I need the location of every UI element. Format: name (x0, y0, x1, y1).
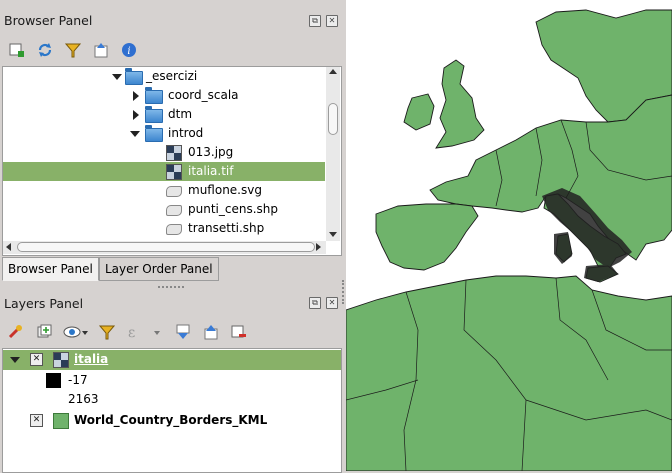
raster-icon (166, 164, 182, 180)
tree-item-label: _esercizi (146, 69, 198, 83)
raster-icon (166, 145, 182, 161)
tree-item-introd[interactable]: introd (3, 124, 325, 143)
tree-item-label: dtm (168, 107, 193, 121)
tree-item-esercizi[interactable]: _esercizi (3, 67, 325, 86)
legend-label: 2163 (68, 392, 99, 406)
close-panel-icon[interactable]: ✕ (326, 297, 338, 309)
map-svg (346, 9, 672, 471)
layers-panel-title: Layers Panel (4, 296, 84, 311)
folder-icon (145, 87, 163, 104)
tab-layer-order-panel[interactable]: Layer Order Panel (99, 257, 219, 281)
vector-icon (166, 224, 182, 235)
layer-visibility-checkbox[interactable]: ✕ (30, 353, 43, 366)
remove-layer-icon[interactable] (230, 323, 248, 341)
info-icon[interactable]: i (120, 41, 138, 59)
map-canvas[interactable] (346, 0, 672, 471)
tree-item-italia-tif[interactable]: italia.tif (3, 162, 325, 181)
chevron-down-icon[interactable] (10, 357, 20, 363)
horizontal-scrollbar[interactable] (3, 241, 326, 254)
vector-icon (166, 186, 182, 197)
tree-item-label: transetti.shp (188, 221, 265, 235)
collapse-icon[interactable] (202, 323, 220, 341)
add-layer-icon[interactable] (8, 41, 26, 59)
tree-item-coord-scala[interactable]: coord_scala (3, 86, 325, 105)
float-panel-icon[interactable]: ⧉ (309, 15, 321, 27)
scroll-down-icon[interactable] (329, 232, 337, 237)
tree-item-label: 013.jpg (188, 145, 234, 159)
svg-text:ε: ε (128, 325, 135, 340)
refresh-icon[interactable] (36, 41, 54, 59)
add-group-icon[interactable] (35, 323, 53, 341)
layer-visibility-checkbox[interactable]: ✕ (30, 414, 43, 427)
layer-name[interactable]: World_Country_Borders_KML (74, 411, 267, 430)
scroll-left-icon[interactable] (6, 243, 11, 251)
tree-item-dtm[interactable]: dtm (3, 105, 325, 124)
layers-tree[interactable]: ✕ italia -17 2163 ✕ World_Country_Border… (2, 348, 342, 473)
chevron-down-icon[interactable] (112, 74, 122, 80)
layer-color-swatch (53, 413, 69, 429)
legend-item: 2163 (3, 390, 341, 409)
tree-item-label: muflone.svg (188, 183, 262, 197)
tree-item-013-jpg[interactable]: 013.jpg (3, 143, 325, 162)
chevron-right-icon[interactable] (133, 91, 139, 101)
folder-icon (145, 106, 163, 123)
tree-item-label: introd (168, 126, 204, 140)
folder-icon (145, 125, 163, 142)
chevron-right-icon[interactable] (133, 110, 139, 120)
layer-world-country-borders[interactable]: ✕ World_Country_Borders_KML (3, 411, 341, 430)
tree-item-punti-cens-shp[interactable]: punti_cens.shp (3, 200, 325, 219)
raster-icon (53, 352, 69, 368)
vertical-scrollbar[interactable] (326, 67, 340, 241)
tree-item-transetti-shp[interactable]: transetti.shp (3, 219, 325, 238)
folder-icon (125, 68, 143, 85)
layer-name[interactable]: italia (74, 350, 108, 369)
scroll-right-icon[interactable] (316, 243, 321, 251)
tree-item-label: coord_scala (168, 88, 239, 102)
legend-label: -17 (68, 373, 88, 387)
visibility-icon[interactable] (63, 323, 89, 341)
filter-icon[interactable] (64, 41, 82, 59)
layer-italia[interactable]: ✕ italia (3, 350, 341, 370)
browser-tree[interactable]: _esercizi coord_scala dtm introd 013.jpg… (2, 66, 342, 256)
svg-text:i: i (127, 46, 130, 57)
expand-icon[interactable] (174, 323, 192, 341)
style-icon[interactable] (7, 323, 25, 341)
vertical-scroll-thumb[interactable] (328, 103, 338, 135)
tab-browser-panel[interactable]: Browser Panel (2, 257, 99, 281)
tree-item-label: italia.tif (188, 164, 234, 178)
float-panel-icon[interactable]: ⧉ (309, 297, 321, 309)
tree-item-muflone-svg[interactable]: muflone.svg (3, 181, 325, 200)
chevron-down-icon[interactable] (130, 131, 140, 137)
legend-item: -17 (3, 371, 341, 390)
browser-panel-title: Browser Panel (4, 13, 93, 28)
filter-icon[interactable] (98, 323, 116, 341)
tree-item-label: punti_cens.shp (188, 202, 278, 216)
expression-filter-icon[interactable]: ε (126, 323, 164, 341)
collapse-all-icon[interactable] (92, 41, 110, 59)
close-panel-icon[interactable]: ✕ (326, 15, 338, 27)
legend-swatch (46, 392, 61, 407)
splitter-handle[interactable] (158, 286, 184, 291)
legend-swatch (46, 373, 61, 388)
horizontal-scroll-thumb[interactable] (17, 242, 315, 252)
vector-icon (166, 205, 182, 216)
scroll-up-icon[interactable] (329, 69, 337, 74)
